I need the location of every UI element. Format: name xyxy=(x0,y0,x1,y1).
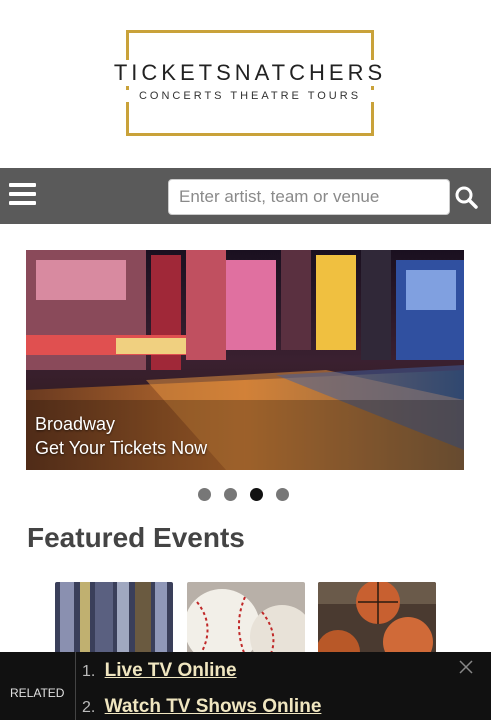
carousel-dots xyxy=(198,488,298,502)
featured-event-1[interactable] xyxy=(55,582,173,662)
carousel-dot-3[interactable] xyxy=(250,488,263,501)
carousel-dot-2[interactable] xyxy=(224,488,237,501)
hero-caption-title: Broadway xyxy=(35,414,116,434)
ad-link-watch-tv[interactable]: Watch TV Shows Online xyxy=(105,696,322,717)
featured-event-3[interactable] xyxy=(318,582,436,662)
event-image-1 xyxy=(55,582,173,662)
search-input[interactable] xyxy=(168,179,450,215)
hero-caption-subtitle: Get Your Tickets Now xyxy=(35,438,208,458)
navigation-bar xyxy=(0,168,491,224)
logo-title: TICKETSNATCHERS xyxy=(110,60,390,86)
basketball-image xyxy=(318,582,436,662)
logo-tagline: CONCERTS THEATRE TOURS xyxy=(120,90,380,102)
search-icon[interactable] xyxy=(454,185,480,211)
featured-events-heading: Featured Events xyxy=(27,522,245,553)
ad-item-2[interactable]: 2. Watch TV Shows Online xyxy=(82,696,321,718)
related-ad-bar: RELATED 1. Live TV Online 2. Watch TV Sh… xyxy=(0,652,491,720)
related-label: RELATED xyxy=(10,686,65,700)
ad-item-number: 2. xyxy=(82,699,96,716)
close-icon[interactable] xyxy=(459,660,473,674)
hero-caption: Broadway Get Your Tickets Now xyxy=(35,412,207,460)
baseball-image xyxy=(187,582,305,662)
hero-slide[interactable]: Broadway Get Your Tickets Now xyxy=(26,250,464,470)
logo[interactable]: TICKETSNATCHERS CONCERTS THEATRE TOURS xyxy=(0,0,491,168)
carousel-dot-4[interactable] xyxy=(276,488,289,501)
ad-item-number: 1. xyxy=(82,663,96,680)
carousel-dot-1[interactable] xyxy=(198,488,211,501)
ad-divider xyxy=(75,652,76,720)
ad-item-1[interactable]: 1. Live TV Online xyxy=(82,660,237,682)
hamburger-icon[interactable] xyxy=(9,183,36,205)
ad-link-live-tv[interactable]: Live TV Online xyxy=(105,660,237,681)
featured-event-2[interactable] xyxy=(187,582,305,662)
